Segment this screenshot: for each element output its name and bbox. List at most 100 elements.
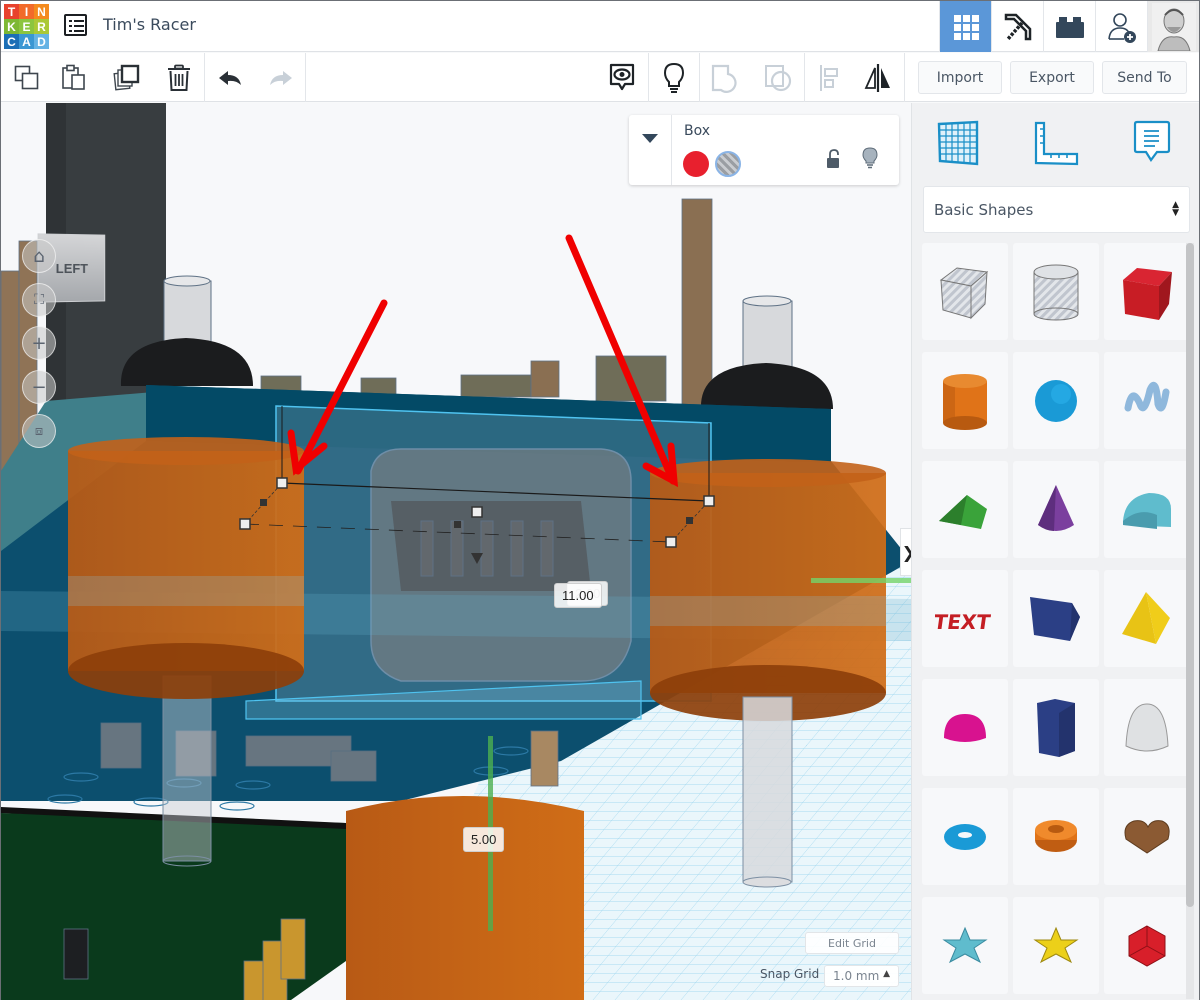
group-button[interactable]	[702, 53, 748, 102]
logo-letter: I	[19, 4, 34, 19]
shape-polygon[interactable]	[1013, 570, 1099, 667]
paste-button[interactable]	[51, 53, 97, 102]
inspector-collapse-button[interactable]	[629, 115, 672, 185]
shape-text[interactable]: TEXT	[922, 570, 1008, 667]
workplane-tab[interactable]	[928, 115, 988, 171]
shape-thumbnail-icon	[1030, 596, 1080, 641]
fit-view-button[interactable]: ⛶	[22, 283, 56, 317]
redo-button[interactable]	[257, 53, 303, 102]
project-title[interactable]: Tim's Racer	[103, 15, 196, 34]
mirror-button[interactable]	[855, 53, 901, 102]
undo-button[interactable]	[208, 53, 254, 102]
toolbar-divider	[804, 53, 805, 102]
tinkercad-window: TINKERCAD Tim's Racer Import Export Send…	[0, 0, 1200, 1000]
collapse-panel-button[interactable]: ❯	[900, 528, 911, 576]
brick-icon	[1055, 16, 1084, 38]
fit-icon: ⛶	[34, 292, 44, 308]
eye-speech-icon	[609, 63, 635, 90]
shape-star-six-point[interactable]	[922, 897, 1008, 994]
shape-icosahedron[interactable]	[1104, 897, 1190, 994]
width-dimension-input[interactable]: 11.00	[554, 583, 602, 608]
zoom-in-button[interactable]: +	[22, 326, 56, 360]
caret-up-icon: ▲	[883, 969, 890, 979]
user-avatar[interactable]	[1147, 1, 1199, 52]
hole-swatch[interactable]	[715, 151, 741, 177]
shape-thumbnail-icon	[944, 823, 986, 850]
lock-button[interactable]	[826, 149, 840, 173]
shapes-scrollbar[interactable]	[1186, 243, 1194, 999]
unlock-icon	[827, 149, 839, 168]
blocks-view-button[interactable]	[991, 1, 1043, 52]
shape-name[interactable]: Box	[684, 123, 710, 139]
3d-scene[interactable]	[1, 103, 911, 1000]
shapes-panel: Basic Shapes ▲ ▼ TEXT	[911, 103, 1199, 1000]
export-button[interactable]: Export	[1010, 61, 1094, 94]
shape-thumbnail-icon	[939, 494, 987, 529]
clear-cylinder	[742, 295, 793, 372]
bricks-view-button[interactable]	[1043, 1, 1095, 52]
shape-star[interactable]	[1013, 897, 1099, 994]
ortho-view-button[interactable]: ⧈	[22, 414, 56, 448]
logo-letter: E	[19, 19, 34, 34]
tinkercad-logo[interactable]: TINKERCAD	[4, 4, 50, 50]
home-view-button[interactable]: ⌂	[22, 239, 56, 273]
shape-sphere[interactable]	[1013, 352, 1099, 449]
svg-text:TEXT: TEXT	[935, 610, 992, 634]
scroll-thumb[interactable]	[1186, 243, 1194, 907]
snap-grid-select[interactable]: 1.0 mm ▲	[824, 965, 899, 987]
clear-pin-cylinder	[742, 696, 793, 888]
shape-thumbnail-icon	[939, 266, 989, 319]
shape-scribble[interactable]	[1104, 352, 1190, 449]
zoom-in-icon: +	[31, 332, 47, 354]
zoom-out-icon: −	[31, 376, 47, 398]
shape-cone[interactable]	[1013, 461, 1099, 558]
import-button[interactable]: Import	[918, 61, 1002, 94]
solid-color-swatch[interactable]	[683, 151, 709, 177]
shape-half-sphere[interactable]	[922, 679, 1008, 776]
shape-torus[interactable]	[922, 788, 1008, 885]
3d-design-view-button[interactable]	[939, 1, 991, 52]
shape-pyramid[interactable]	[1104, 570, 1190, 667]
note-icon	[1133, 120, 1171, 162]
chevron-down-icon	[642, 134, 658, 143]
shape-library-select[interactable]: Basic Shapes ▲ ▼	[923, 186, 1190, 233]
shape-box[interactable]	[1104, 243, 1190, 340]
duplicate-button[interactable]	[104, 53, 150, 102]
copy-icon	[14, 65, 39, 89]
height-dimension-input[interactable]: 5.00	[463, 827, 505, 852]
ortho-icon: ⧈	[34, 423, 44, 439]
ruler-icon	[1034, 121, 1079, 166]
shape-thumbnail-icon: TEXT	[935, 610, 992, 634]
shape-round-roof[interactable]	[1104, 461, 1190, 558]
tall-pin	[681, 198, 713, 410]
design-list-icon[interactable]	[64, 14, 87, 36]
shape-heart[interactable]	[1104, 788, 1190, 885]
invite-user-button[interactable]	[1095, 1, 1147, 52]
shape-tube[interactable]	[1013, 788, 1099, 885]
notes-tab[interactable]	[1122, 115, 1182, 171]
ruler-tab[interactable]	[1026, 115, 1086, 171]
ungroup-button[interactable]	[755, 53, 801, 102]
notes-visibility-button[interactable]	[599, 53, 645, 102]
shape-roof[interactable]	[922, 461, 1008, 558]
shape-paraboloid[interactable]	[1104, 679, 1190, 776]
edit-grid-button[interactable]: Edit Grid	[805, 932, 899, 954]
shape-cylinder[interactable]	[922, 352, 1008, 449]
send-to-button[interactable]: Send To	[1102, 61, 1187, 94]
hide-button[interactable]	[862, 147, 878, 173]
shape-thumbnail-icon	[942, 926, 988, 963]
logo-letter: R	[34, 19, 49, 34]
copy-button[interactable]	[4, 53, 50, 102]
shape-cylinder-hole[interactable]	[1013, 243, 1099, 340]
3d-workplane-viewport[interactable]: LEFT ⌂ ⛶ + − ⧈ 2.00 11.00 5.00 Box	[1, 103, 911, 1000]
top-header: TINKERCAD Tim's Racer	[1, 1, 1199, 52]
show-all-button[interactable]	[651, 53, 697, 102]
align-button[interactable]	[807, 53, 853, 102]
shape-hexagonal-prism[interactable]	[1013, 679, 1099, 776]
zoom-out-button[interactable]: −	[22, 370, 56, 404]
shape-thumbnail-icon	[1123, 492, 1171, 529]
delete-button[interactable]	[156, 53, 202, 102]
logo-letter: N	[34, 4, 49, 19]
shape-thumbnail-icon	[943, 373, 987, 430]
shape-box-hole[interactable]	[922, 243, 1008, 340]
